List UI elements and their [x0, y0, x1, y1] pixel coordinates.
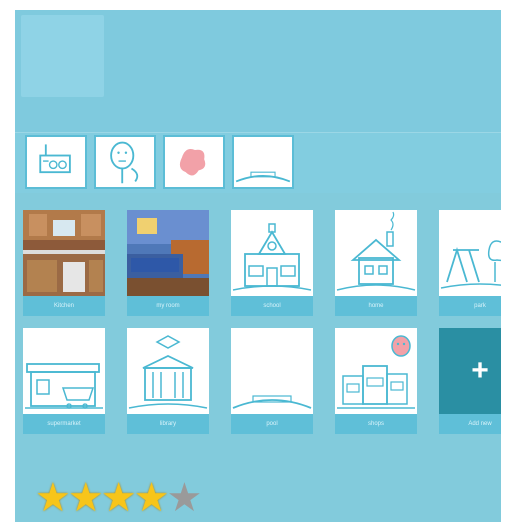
tile-park[interactable]: park [439, 210, 501, 316]
tile-library[interactable]: library [127, 328, 209, 434]
tile-label: library [127, 414, 209, 434]
shops-icon [337, 335, 415, 409]
star-filled-icon: ★ [67, 476, 104, 520]
pool-icon [232, 395, 312, 409]
tile-label: my room [127, 296, 209, 316]
add-new-button[interactable]: + Add new [439, 328, 501, 434]
star-empty-icon: ★ [166, 476, 202, 520]
rating-stars: ★★★★★ [35, 476, 202, 520]
tile-label: home [335, 296, 417, 316]
sentence-symbol-blob[interactable] [163, 135, 225, 189]
radio-icon [39, 144, 71, 174]
tile-supermarket[interactable]: supermarket [23, 328, 105, 434]
tile-label: pool [231, 414, 313, 434]
park-icon [440, 240, 501, 289]
plus-icon: + [471, 354, 489, 387]
tile-label: park [439, 296, 501, 316]
school-icon [232, 223, 312, 291]
tile-label: school [231, 296, 313, 316]
tile-label: Kitchen [23, 296, 105, 316]
tile-my-room[interactable]: my room [127, 210, 209, 316]
kitchen-photo [23, 210, 105, 296]
person-icon [110, 141, 139, 184]
tile-shops[interactable]: shops [335, 328, 417, 434]
sentence-symbol-radio[interactable] [25, 135, 87, 189]
bedroom-photo [127, 210, 209, 296]
tile-pool[interactable]: pool [231, 328, 313, 434]
ground-icon [235, 171, 291, 183]
color-blob-icon [179, 149, 206, 176]
library-icon [128, 335, 208, 409]
tile-label: shops [335, 414, 417, 434]
star-filled-icon: ★ [35, 476, 71, 520]
sentence-symbol-person[interactable] [94, 135, 156, 189]
tile-kitchen[interactable]: Kitchen [23, 210, 105, 316]
house-icon [336, 211, 416, 291]
star-filled-icon: ★ [100, 476, 137, 520]
sentence-symbol-ground[interactable] [232, 135, 294, 189]
store-icon [25, 363, 103, 409]
tile-home[interactable]: home [335, 210, 417, 316]
tile-label: Add new [439, 414, 501, 434]
avatar[interactable] [21, 15, 104, 97]
app-frame: Kitchen my room school home park superma… [0, 0, 506, 522]
star-filled-icon: ★ [133, 476, 170, 520]
tile-school[interactable]: school [231, 210, 313, 316]
tile-label: supermarket [23, 414, 105, 434]
app-screen: Kitchen my room school home park superma… [15, 10, 501, 522]
